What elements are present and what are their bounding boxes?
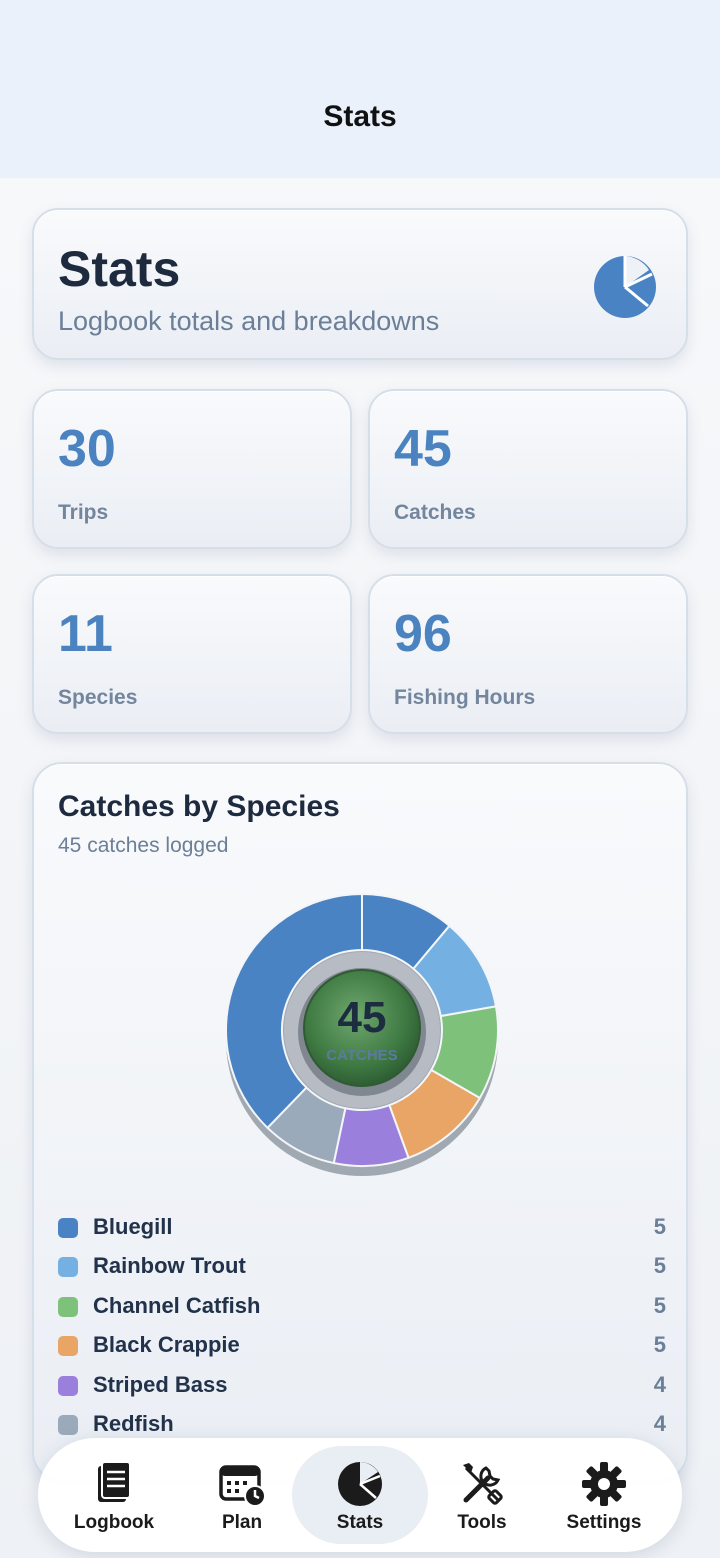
legend-item: Rainbow Trout 5: [58, 1249, 666, 1288]
legend-count: 5: [653, 1253, 666, 1279]
tab-plan[interactable]: Plan: [174, 1446, 310, 1544]
legend-name: Striped Bass: [93, 1371, 228, 1397]
legend-swatch: [58, 1336, 78, 1357]
tab-stats[interactable]: Stats: [292, 1446, 428, 1544]
species-donut-chart: 45 CATCHES: [225, 892, 499, 1176]
legend-count: 4: [653, 1410, 666, 1436]
legend-swatch: [58, 1414, 78, 1435]
legend-item: Black Crappie 5: [58, 1328, 666, 1367]
legend-item: Bluegill 5: [58, 1210, 666, 1249]
legend-name: Redfish: [93, 1410, 174, 1436]
legend-item: Channel Catfish 5: [58, 1289, 666, 1328]
nav-title: Stats: [323, 100, 397, 133]
logbook-icon: [98, 1461, 131, 1502]
stat-value: 30: [58, 420, 116, 478]
stat-value: 11: [58, 605, 113, 663]
legend-swatch: [58, 1296, 78, 1317]
stat-label: Trips: [58, 501, 109, 524]
tab-settings[interactable]: Settings: [536, 1446, 672, 1544]
donut-center-value: 45: [338, 993, 387, 1042]
tab-label: Settings: [566, 1512, 642, 1533]
tools-icon: [463, 1463, 503, 1505]
legend-name: Rainbow Trout: [93, 1253, 246, 1279]
legend-name: Channel Catfish: [93, 1292, 261, 1318]
stat-value: 45: [394, 420, 452, 478]
tab-logbook[interactable]: Logbook: [46, 1446, 182, 1544]
legend-name: Bluegill: [93, 1214, 173, 1239]
species-legend: Bluegill 5 Rainbow Trout 5 Channel Catfish 5 B…: [58, 1210, 666, 1446]
legend-item: Striped Bass 4: [58, 1368, 666, 1407]
legend-swatch: [58, 1375, 78, 1396]
pie-chart-icon: [338, 1462, 382, 1506]
tab-bar: Logbook Plan Stats Tools Settings: [38, 1438, 682, 1552]
stat-value: 96: [394, 605, 452, 663]
legend-swatch: [58, 1218, 78, 1238]
section-title: Catches by Species: [58, 790, 340, 823]
page-title: Stats: [58, 241, 181, 297]
stat-label: Catches: [394, 501, 476, 524]
catches-by-species-card: Catches by Species 45 catches logged 45 …: [32, 762, 688, 1482]
tab-label: Stats: [336, 1512, 384, 1533]
legend-name: Black Crappie: [93, 1332, 240, 1358]
tab-tools[interactable]: Tools: [414, 1446, 550, 1544]
section-subtitle: 45 catches logged: [58, 834, 229, 857]
hero-card: Stats Logbook totals and breakdowns: [32, 208, 688, 360]
legend-count: 4: [653, 1371, 666, 1397]
legend-count: 5: [653, 1292, 666, 1318]
stat-label: Fishing Hours: [394, 686, 536, 709]
legend-count: 5: [653, 1214, 666, 1239]
donut-center-label: CATCHES: [326, 1047, 397, 1064]
legend-swatch: [58, 1257, 78, 1278]
stat-label: Species: [58, 686, 138, 709]
stat-card-trips: 30 Trips: [32, 389, 352, 549]
pie-chart-icon: [594, 256, 656, 318]
gear-icon: [582, 1462, 626, 1506]
page-subtitle: Logbook totals and breakdowns: [58, 306, 440, 336]
legend-count: 5: [653, 1332, 666, 1358]
tab-label: Logbook: [73, 1512, 155, 1533]
navigation-bar: Stats: [0, 0, 720, 178]
stat-card-species: 11 Species: [32, 574, 352, 734]
stat-card-catches: 45 Catches: [368, 389, 688, 549]
calendar-clock-icon: [219, 1465, 266, 1507]
stat-card-fishing-hours: 96 Fishing Hours: [368, 574, 688, 734]
tab-label: Plan: [221, 1512, 263, 1533]
tab-label: Tools: [457, 1512, 507, 1533]
